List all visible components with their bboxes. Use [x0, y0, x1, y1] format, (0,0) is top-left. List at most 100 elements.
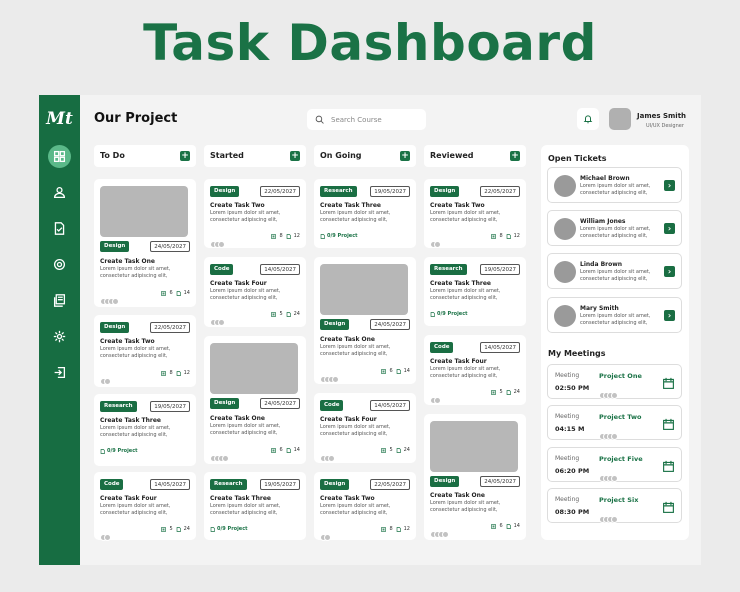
search-box[interactable]: [307, 109, 426, 130]
nav-profile-button[interactable]: [48, 181, 71, 204]
task-date: 19/05/2027: [480, 264, 520, 275]
task-title: Create Task Three: [210, 495, 271, 502]
bell-icon: [583, 115, 593, 124]
nav-logout-button[interactable]: [48, 361, 71, 384]
files-icon: [271, 447, 277, 453]
task-card[interactable]: Design 24/05/2027 Create Task One Lorem …: [94, 179, 196, 307]
files-icon: [161, 526, 167, 532]
meeting-item[interactable]: Meeting 04:15 M Project Two: [547, 405, 682, 440]
column-header: Started +: [204, 145, 306, 167]
task-card[interactable]: Code 14/05/2027 Create Task Four Lorem i…: [204, 257, 306, 327]
calendar-icon[interactable]: [662, 416, 675, 430]
files-count: 8: [169, 370, 173, 376]
document-icon: [176, 526, 181, 532]
task-card[interactable]: Design 22/05/2027 Create Task Two Lorem …: [204, 179, 306, 248]
files-count: 6: [499, 523, 503, 529]
task-stats: 8 12: [381, 526, 410, 532]
assignee-avatars: [100, 526, 111, 541]
nav-settings-button[interactable]: [48, 253, 71, 276]
nav-tasks-button[interactable]: [48, 217, 71, 240]
avatar: [554, 175, 576, 197]
add-task-button[interactable]: +: [290, 151, 300, 161]
task-desc: Lorem ipsum dolor sit amet, consectetur …: [100, 425, 171, 438]
document-icon: [286, 311, 291, 317]
chevron-right-icon[interactable]: ›: [664, 310, 675, 321]
assignee-avatars: [100, 370, 111, 385]
task-card[interactable]: Design 22/05/2027 Create Task Two Lorem …: [94, 315, 196, 387]
files-count: 6: [279, 447, 283, 453]
task-tag: Design: [320, 479, 350, 490]
ticket-name: Michael Brown: [580, 175, 630, 182]
task-desc: Lorem ipsum dolor sit amet, consectetur …: [210, 503, 281, 516]
document-check-icon: [54, 222, 65, 235]
task-title: Create Task Four: [100, 495, 157, 502]
document-icon: [320, 233, 325, 239]
right-panel: Open Tickets Michael Brown Lorem ipsum d…: [541, 145, 689, 540]
files-icon: [381, 526, 387, 532]
task-card[interactable]: Research 19/05/2027 Create Task Three Lo…: [94, 394, 196, 466]
attendee-avatars: [599, 425, 618, 444]
task-card[interactable]: Code 14/05/2027 Create Task Four Lorem i…: [424, 335, 526, 405]
chevron-right-icon[interactable]: ›: [664, 180, 675, 191]
calendar-icon[interactable]: [662, 458, 675, 472]
docs-count: 14: [403, 368, 410, 374]
ticket-desc: Lorem ipsum dolor sit amet, consectetur …: [580, 269, 651, 282]
task-card[interactable]: Code 14/05/2027 Create Task Four Lorem i…: [314, 393, 416, 463]
ticket-item[interactable]: Linda Brown Lorem ipsum dolor sit amet, …: [547, 253, 682, 289]
avatar: [554, 218, 576, 240]
task-tag: Code: [100, 479, 124, 490]
task-card[interactable]: Design 24/05/2027 Create Task One Lorem …: [314, 257, 416, 384]
add-task-button[interactable]: +: [400, 151, 410, 161]
search-input[interactable]: [331, 115, 421, 124]
chevron-right-icon[interactable]: ›: [664, 223, 675, 234]
meeting-item[interactable]: Meeting 06:20 PM Project Five: [547, 447, 682, 482]
task-card[interactable]: Design 22/05/2027 Create Task Two Lorem …: [314, 472, 416, 541]
ticket-item[interactable]: Mary Smith Lorem ipsum dolor sit amet, c…: [547, 297, 682, 333]
nav-library-button[interactable]: [48, 289, 71, 312]
task-card[interactable]: Research 19/05/2027 Create Task Three Lo…: [424, 257, 526, 326]
user-avatar[interactable]: [609, 108, 631, 130]
docs-count: 24: [513, 389, 520, 395]
ticket-item[interactable]: Michael Brown Lorem ipsum dolor sit amet…: [547, 167, 682, 203]
files-icon: [491, 233, 497, 239]
task-stats: 8 12: [491, 233, 520, 239]
document-icon: [176, 290, 181, 296]
task-card[interactable]: Design 24/05/2027 Create Task One Lorem …: [424, 414, 526, 540]
add-task-button[interactable]: +: [180, 151, 190, 161]
chevron-right-icon[interactable]: ›: [664, 266, 675, 277]
nav-config-button[interactable]: [48, 325, 71, 348]
task-card[interactable]: Design 22/05/2027 Create Task Two Lorem …: [424, 179, 526, 248]
task-card[interactable]: Design 24/05/2027 Create Task One Lorem …: [204, 336, 306, 464]
user-role: UI/UX Designer: [646, 123, 684, 129]
task-desc: Lorem ipsum dolor sit amet, consectetur …: [430, 500, 501, 513]
nav-dashboard-button[interactable]: [48, 145, 71, 168]
app-window: Mt Our Project James: [39, 95, 701, 565]
task-tag: Design: [430, 476, 460, 487]
task-title: Create Task Three: [320, 202, 381, 209]
task-title: Create Task Two: [430, 202, 485, 209]
task-tag: Research: [210, 479, 247, 490]
files-icon: [491, 389, 497, 395]
task-card[interactable]: Code 14/05/2027 Create Task Four Lorem i…: [94, 472, 196, 541]
notifications-button[interactable]: [577, 108, 599, 130]
task-desc: Lorem ipsum dolor sit amet, consectetur …: [210, 288, 281, 301]
meeting-item[interactable]: Meeting 02:50 PM Project One: [547, 364, 682, 399]
calendar-icon[interactable]: [662, 499, 675, 513]
task-card[interactable]: Research 19/05/2027 Create Task Three Lo…: [314, 179, 416, 248]
task-desc: Lorem ipsum dolor sit amet, consectetur …: [100, 503, 171, 516]
docs-count: 14: [293, 447, 300, 453]
files-icon: [271, 233, 277, 239]
document-icon: [286, 447, 291, 453]
meeting-item[interactable]: Meeting 08:30 PM Project Six: [547, 488, 682, 523]
task-desc: Lorem ipsum dolor sit amet, consectetur …: [430, 366, 501, 379]
avatar: [554, 261, 576, 283]
hero-title: Task Dashboard: [143, 14, 597, 72]
files-count: 5: [499, 389, 503, 395]
ticket-item[interactable]: William Jones Lorem ipsum dolor sit amet…: [547, 210, 682, 246]
add-task-button[interactable]: +: [510, 151, 520, 161]
calendar-icon[interactable]: [662, 375, 675, 389]
task-card[interactable]: Research 19/05/2027 Create Task Three Lo…: [204, 472, 306, 540]
files-count: 8: [279, 233, 283, 239]
column-title: To Do: [100, 151, 125, 160]
document-icon: [506, 523, 511, 529]
